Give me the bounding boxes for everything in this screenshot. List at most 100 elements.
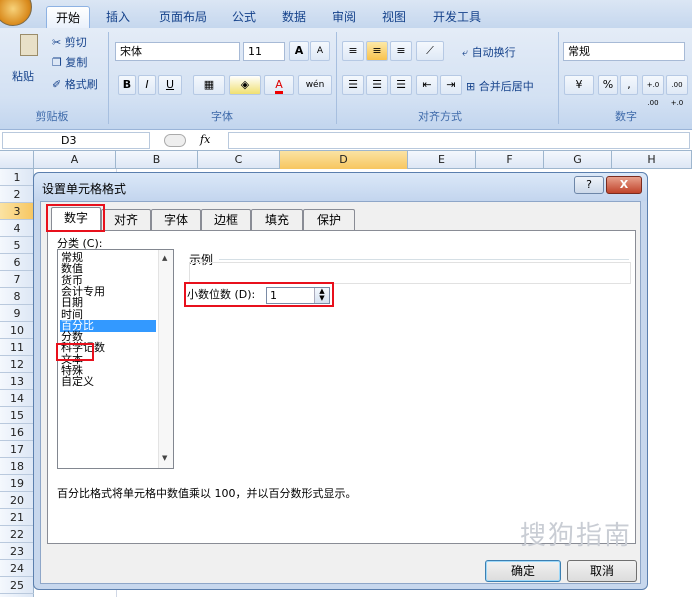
wrap-text-button[interactable]: ⤶ 自动换行 xyxy=(462,44,516,60)
tab-fill[interactable]: 填充 xyxy=(251,209,303,230)
row-header[interactable]: 21 xyxy=(0,509,34,526)
align-right-button[interactable]: ☰ xyxy=(390,75,412,95)
font-size-box[interactable]: 11 xyxy=(243,42,285,61)
column-header[interactable]: D xyxy=(280,151,408,169)
increase-decimal-button[interactable]: +.0 .00 xyxy=(642,75,664,107)
tab-formulas[interactable]: 公式 xyxy=(225,6,263,28)
increase-indent-button[interactable]: ⇥ xyxy=(440,75,462,95)
row-header[interactable]: 6 xyxy=(0,254,34,271)
paste-icon[interactable] xyxy=(20,34,38,56)
ok-button[interactable]: 确定 xyxy=(485,560,561,582)
column-header[interactable]: B xyxy=(116,151,198,169)
row-header[interactable]: 25 xyxy=(0,577,34,594)
paint-bucket-icon: ◈ xyxy=(240,78,250,91)
tab-review[interactable]: 审阅 xyxy=(326,6,362,28)
percent-button[interactable]: % xyxy=(598,75,618,95)
office-button[interactable] xyxy=(0,0,32,26)
row-header[interactable]: 4 xyxy=(0,220,34,237)
format-painter-button[interactable]: ✐ 格式刷 xyxy=(52,76,98,92)
font-color-button[interactable]: A xyxy=(264,75,294,95)
tab-data[interactable]: 数据 xyxy=(276,6,312,28)
align-center-button[interactable]: ☰ xyxy=(366,75,388,95)
row-header[interactable]: 15 xyxy=(0,407,34,424)
column-header[interactable]: G xyxy=(544,151,612,169)
row-header[interactable]: 22 xyxy=(0,526,34,543)
help-button[interactable]: ? xyxy=(574,176,604,194)
column-header[interactable]: A xyxy=(34,151,116,169)
category-scrollbar[interactable]: ▲ ▼ xyxy=(158,250,173,468)
copy-button[interactable]: ❐ 复制 xyxy=(52,54,87,70)
align-left-button[interactable]: ☰ xyxy=(342,75,364,95)
phonetic-button[interactable]: wén xyxy=(298,75,332,95)
tab-border[interactable]: 边框 xyxy=(201,209,251,230)
border-icon: ▦ xyxy=(203,78,215,91)
row-header[interactable]: 16 xyxy=(0,424,34,441)
column-header[interactable]: H xyxy=(612,151,692,169)
comma-button[interactable]: , xyxy=(620,75,638,95)
row-header[interactable]: 9 xyxy=(0,305,34,322)
copy-label: 复制 xyxy=(65,56,88,69)
close-button[interactable]: X xyxy=(606,176,642,194)
scroll-up-icon[interactable]: ▲ xyxy=(162,254,167,262)
font-group-label: 字体 xyxy=(211,110,233,123)
category-item[interactable]: 自定义 xyxy=(60,376,156,388)
row-header[interactable]: 8 xyxy=(0,288,34,305)
paste-button[interactable]: 粘贴 xyxy=(12,68,34,84)
cut-button[interactable]: ✂ 剪切 xyxy=(52,34,87,50)
row-header[interactable]: 7 xyxy=(0,271,34,288)
shrink-font-button[interactable]: A xyxy=(310,41,330,61)
row-header[interactable]: 13 xyxy=(0,373,34,390)
tab-page-layout[interactable]: 页面布局 xyxy=(150,6,216,28)
name-box[interactable]: D3 xyxy=(2,132,150,149)
tab-insert[interactable]: 插入 xyxy=(100,6,136,28)
row-header[interactable]: 24 xyxy=(0,560,34,577)
dialog-title-bar[interactable]: 设置单元格格式 ? X xyxy=(34,173,647,201)
bold-button[interactable]: B xyxy=(118,75,136,95)
row-header[interactable]: 17 xyxy=(0,441,34,458)
ribbon: 粘贴 ✂ 剪切 ❐ 复制 ✐ 格式刷 剪贴板 宋体 11 A A B I U ▦… xyxy=(0,28,692,130)
tab-home[interactable]: 开始 xyxy=(46,6,90,28)
tab-view[interactable]: 视图 xyxy=(376,6,412,28)
row-header[interactable]: 5 xyxy=(0,237,34,254)
align-top-button[interactable]: ≡ xyxy=(342,41,364,61)
align-left-icon: ☰ xyxy=(348,78,358,91)
grow-font-button[interactable]: A xyxy=(289,41,309,61)
formula-bar-toggle[interactable] xyxy=(164,134,186,147)
formula-input[interactable] xyxy=(228,132,690,149)
column-header[interactable]: C xyxy=(198,151,280,169)
tab-protection[interactable]: 保护 xyxy=(303,209,355,230)
orientation-button[interactable]: ⟋ xyxy=(416,41,444,61)
row-header[interactable]: 1 xyxy=(0,169,34,186)
column-header[interactable]: F xyxy=(476,151,544,169)
row-header[interactable]: 20 xyxy=(0,492,34,509)
align-middle-button[interactable]: ≡ xyxy=(366,41,388,61)
number-format-box[interactable]: 常规 xyxy=(563,42,685,61)
merge-center-button[interactable]: ⊞ 合并后居中 xyxy=(466,78,534,94)
font-name-box[interactable]: 宋体 xyxy=(115,42,240,61)
row-header[interactable]: 10 xyxy=(0,322,34,339)
row-header[interactable]: 3 xyxy=(0,203,34,220)
scroll-down-icon[interactable]: ▼ xyxy=(162,454,167,462)
row-header[interactable]: 14 xyxy=(0,390,34,407)
column-header[interactable]: E xyxy=(408,151,476,169)
tab-alignment[interactable]: 对齐 xyxy=(101,209,151,230)
tab-developer[interactable]: 开发工具 xyxy=(428,6,486,28)
cancel-button[interactable]: 取消 xyxy=(567,560,637,582)
row-header[interactable]: 19 xyxy=(0,475,34,492)
row-header[interactable]: 18 xyxy=(0,458,34,475)
row-header[interactable]: 23 xyxy=(0,543,34,560)
decrease-indent-button[interactable]: ⇤ xyxy=(416,75,438,95)
row-header[interactable]: 12 xyxy=(0,356,34,373)
align-bottom-button[interactable]: ≡ xyxy=(390,41,412,61)
row-header[interactable]: 2 xyxy=(0,186,34,203)
italic-button[interactable]: I xyxy=(138,75,156,95)
underline-button[interactable]: U xyxy=(158,75,182,95)
fill-color-button[interactable]: ◈ xyxy=(229,75,261,95)
insert-function-button[interactable]: fx xyxy=(200,132,224,149)
row-header[interactable]: 11 xyxy=(0,339,34,356)
decrease-decimal-button[interactable]: .00 +.0 xyxy=(666,75,688,107)
select-all[interactable] xyxy=(0,151,34,169)
border-button[interactable]: ▦ xyxy=(193,75,225,95)
tab-font[interactable]: 字体 xyxy=(151,209,201,230)
currency-button[interactable]: ¥ xyxy=(564,75,594,95)
